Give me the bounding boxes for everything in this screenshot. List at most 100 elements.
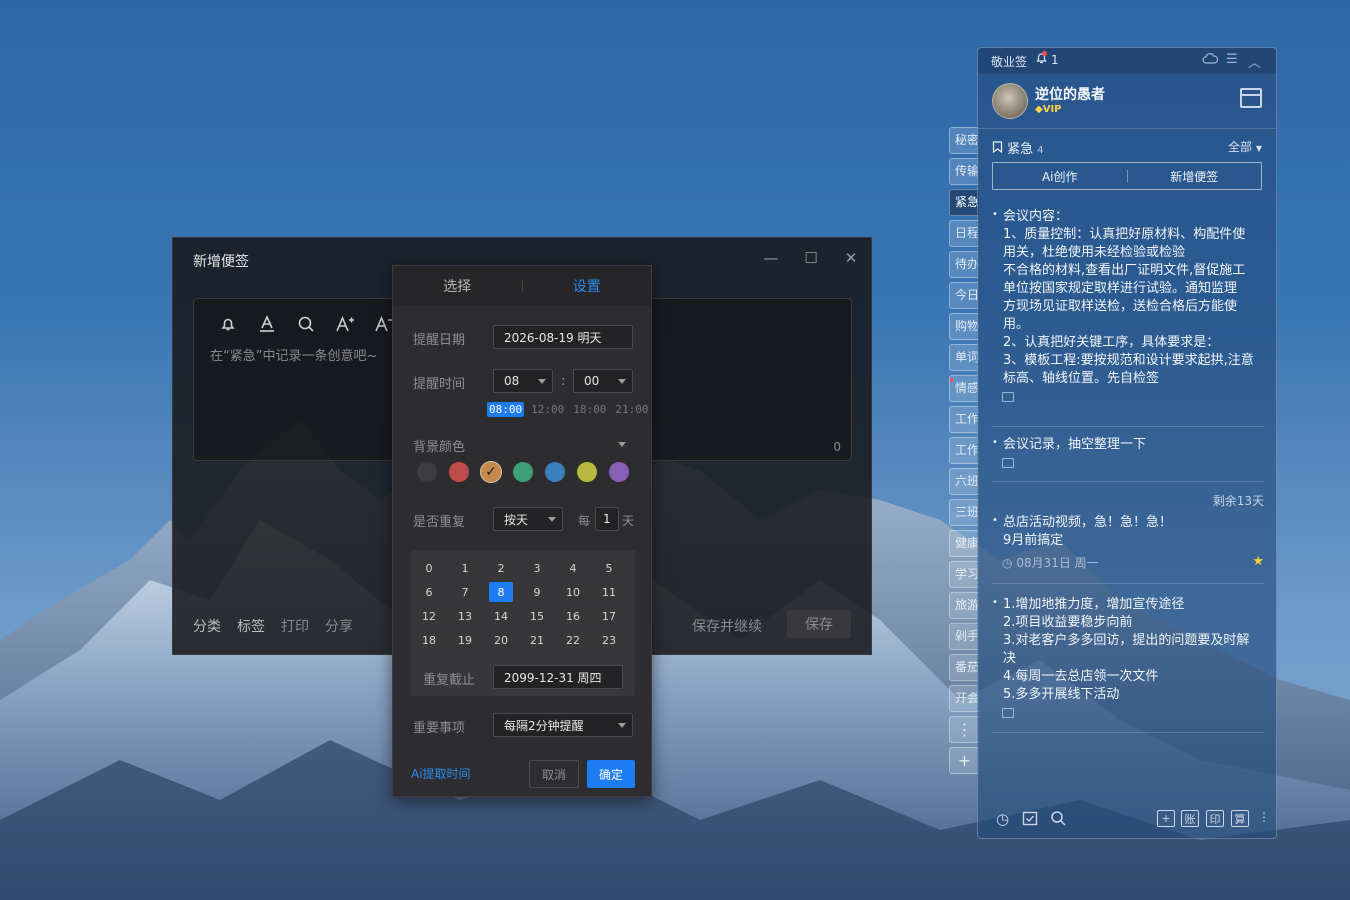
new-note-button[interactable]: 新增便签	[1128, 168, 1262, 185]
avatar[interactable]	[992, 83, 1028, 119]
sidebar-item-12[interactable]: 三班	[949, 499, 979, 526]
hour-cell[interactable]: 7	[453, 582, 477, 602]
hour-cell[interactable]: 22	[561, 630, 585, 650]
hour-cell[interactable]: 23	[597, 630, 621, 650]
hour-cell[interactable]: 18	[417, 630, 441, 650]
sidebar-item-9[interactable]: 工作	[949, 406, 979, 433]
save-button[interactable]: 保存	[787, 610, 851, 638]
note-item[interactable]: • 会议记录，抽空整理一下	[992, 436, 1264, 468]
stamp-icon[interactable]: 印	[1206, 810, 1224, 827]
color-swatch-yellow[interactable]	[577, 462, 597, 482]
hour-cell[interactable]: 10	[561, 582, 585, 602]
sidebar-item-8[interactable]: 情感	[949, 375, 979, 402]
cancel-button[interactable]: 取消	[529, 760, 579, 788]
color-swatch-green[interactable]	[513, 462, 533, 482]
tag-link[interactable]: 标签	[237, 616, 265, 636]
sidebar-item-7[interactable]: 单词	[949, 344, 979, 371]
hour-cell[interactable]: 21	[525, 630, 549, 650]
sidebar-item-4[interactable]: 待办	[949, 251, 979, 278]
font-color-icon[interactable]	[255, 313, 279, 335]
hour-cell[interactable]: 15	[525, 606, 549, 626]
tab-select[interactable]: 选择	[393, 266, 522, 306]
hour-cell[interactable]: 0	[417, 558, 441, 578]
hour-cell[interactable]: 2	[489, 558, 513, 578]
current-category[interactable]: 紧急 4	[992, 138, 1044, 157]
ai-extract-time-link[interactable]: Ai提取时间	[411, 765, 471, 782]
hour-cell[interactable]: 3	[525, 558, 549, 578]
hour-cell[interactable]: 4	[561, 558, 585, 578]
quick-time-2100[interactable]: 21:00	[613, 402, 650, 417]
more-icon[interactable]: ⋮	[1258, 810, 1270, 824]
color-swatch-brown[interactable]: ✓	[481, 462, 501, 482]
color-swatch-blue[interactable]	[545, 462, 565, 482]
color-swatch-gray[interactable]	[417, 462, 437, 482]
sidebar-item-0[interactable]: 秘密	[949, 127, 979, 154]
add-category-button[interactable]: +	[949, 747, 979, 774]
checkbox-icon[interactable]	[1022, 810, 1038, 830]
quick-time-1200[interactable]: 12:00	[529, 402, 566, 417]
minimize-button[interactable]: —	[761, 248, 781, 268]
note-item[interactable]: • 1.增加地推力度，增加宣传途径 2.项目收益要稳步向前 3.对老客户多多回访…	[992, 596, 1264, 718]
hour-cell[interactable]: 19	[453, 630, 477, 650]
color-swatch-red[interactable]	[449, 462, 469, 482]
save-and-continue-button[interactable]: 保存并继续	[692, 616, 762, 636]
sidebar-item-16[interactable]: 剁手	[949, 623, 979, 650]
cloud-sync-icon[interactable]	[1202, 52, 1219, 68]
notification-bell-icon[interactable]	[1036, 51, 1047, 67]
minute-select[interactable]: 00	[573, 369, 633, 393]
sidebar-item-14[interactable]: 学习	[949, 561, 979, 588]
sidebar-item-2[interactable]: 紧急	[949, 189, 979, 216]
hour-cell[interactable]: 13	[453, 606, 477, 626]
clock-icon[interactable]: ◷	[996, 810, 1009, 828]
filter-dropdown[interactable]: 全部 ▼	[1228, 138, 1262, 155]
important-select[interactable]: 每隔2分钟提醒	[493, 713, 633, 737]
category-link[interactable]: 分类	[193, 616, 221, 636]
tab-settings[interactable]: 设置	[523, 266, 652, 306]
font-increase-icon[interactable]	[333, 313, 357, 335]
repeat-select[interactable]: 按天	[493, 507, 563, 531]
close-button[interactable]: ✕	[841, 248, 861, 268]
print-link[interactable]: 打印	[281, 616, 309, 636]
sidebar-item-13[interactable]: 健康	[949, 530, 979, 557]
hour-cell[interactable]: 9	[525, 582, 549, 602]
calculator-icon[interactable]: 算	[1231, 810, 1249, 827]
hour-cell[interactable]: 6	[417, 582, 441, 602]
every-input[interactable]: 1	[595, 507, 619, 531]
maximize-button[interactable]: ☐	[801, 248, 821, 268]
hour-cell[interactable]: 16	[561, 606, 585, 626]
add-icon[interactable]: +	[1157, 810, 1175, 827]
note-item[interactable]: • 会议内容： 1、质量控制：认真把好原材料、构配件使 用关，杜绝使用未经检验或…	[992, 208, 1264, 413]
calendar-icon[interactable]	[1240, 88, 1262, 108]
more-categories-button[interactable]: ⋮	[949, 716, 979, 743]
repeat-end-field[interactable]: 2099-12-31 周四	[493, 665, 623, 689]
sidebar-item-5[interactable]: 今日	[949, 282, 979, 309]
hour-cell[interactable]: 5	[597, 558, 621, 578]
hour-cell[interactable]: 11	[597, 582, 621, 602]
hour-select[interactable]: 08	[493, 369, 553, 393]
hour-cell[interactable]: 1	[453, 558, 477, 578]
sidebar-item-6[interactable]: 购物	[949, 313, 979, 340]
star-icon[interactable]: ★	[1252, 554, 1264, 571]
confirm-button[interactable]: 确定	[587, 760, 635, 788]
hour-cell[interactable]: 14	[489, 606, 513, 626]
sidebar-item-17[interactable]: 番茄	[949, 654, 979, 681]
color-swatch-purple[interactable]	[609, 462, 629, 482]
search-icon[interactable]	[294, 313, 318, 335]
hour-cell[interactable]: 20	[489, 630, 513, 650]
search-icon[interactable]	[1050, 810, 1066, 830]
sidebar-item-15[interactable]: 旅游	[949, 592, 979, 619]
chevron-up-icon[interactable]: ︿	[1248, 52, 1261, 71]
menu-icon[interactable]: ☰	[1226, 52, 1238, 67]
bell-icon[interactable]	[216, 313, 240, 335]
ai-create-button[interactable]: Ai创作	[993, 168, 1127, 185]
sidebar-item-1[interactable]: 传输	[949, 158, 979, 185]
sidebar-item-18[interactable]: 开会	[949, 685, 979, 712]
hour-cell[interactable]: 8	[489, 582, 513, 602]
share-link[interactable]: 分享	[325, 616, 353, 636]
remind-date-field[interactable]: 2026-08-19 明天	[493, 325, 633, 349]
ledger-icon[interactable]: 账	[1181, 810, 1199, 827]
quick-time-0800[interactable]: 08:00	[487, 402, 525, 417]
hour-cell[interactable]: 12	[417, 606, 441, 626]
quick-time-1800[interactable]: 18:00	[571, 402, 608, 417]
sidebar-item-11[interactable]: 六班	[949, 468, 979, 495]
